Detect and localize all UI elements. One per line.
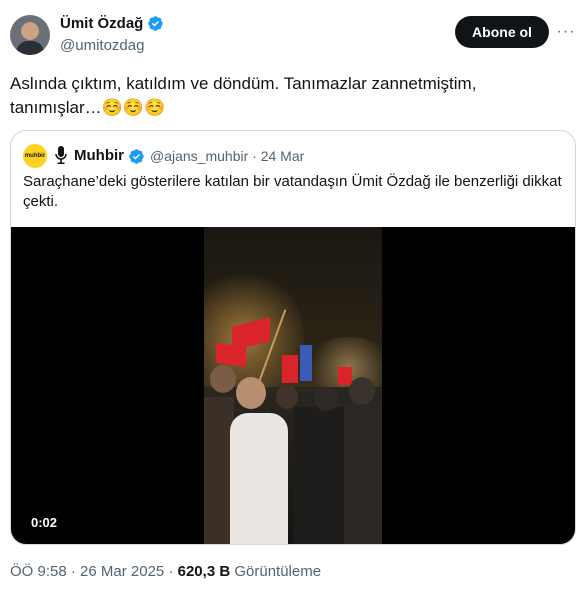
quote-author-name[interactable]: Muhbir bbox=[74, 147, 124, 164]
author-avatar[interactable] bbox=[10, 15, 50, 55]
quote-verified-badge-icon bbox=[129, 149, 144, 164]
turkish-flag bbox=[216, 342, 246, 368]
views-label: Görüntüleme bbox=[234, 563, 322, 580]
views-count: 620,3 B bbox=[177, 563, 231, 580]
man-in-white bbox=[230, 413, 288, 544]
quote-meta: @ajans_muhbir · 24 Mar bbox=[150, 148, 304, 164]
turkish-flag bbox=[282, 355, 298, 383]
author-name-row: Ümit Özdağ bbox=[60, 15, 164, 32]
quote-author-handle[interactable]: @ajans_muhbir bbox=[150, 148, 248, 164]
quote-author-avatar[interactable]: muhbir bbox=[23, 144, 47, 168]
author-handle[interactable]: @umitozdag bbox=[60, 37, 144, 54]
quote-date[interactable]: 24 Mar bbox=[261, 148, 305, 164]
follow-button[interactable]: Abone ol bbox=[455, 16, 549, 48]
video-duration: 0:02 bbox=[31, 515, 58, 530]
microphone-icon bbox=[55, 146, 67, 164]
verified-badge-icon bbox=[148, 16, 164, 31]
author-display-name[interactable]: Ümit Özdağ bbox=[60, 15, 143, 32]
tweet: Ümit Özdağ @umitozdag Abone ol ··· Aslın… bbox=[0, 0, 586, 590]
tweet-text: Aslında çıktım, katıldım ve döndüm. Tanı… bbox=[10, 72, 530, 120]
tweet-footer: ÖÖ 9:58 · 26 Mar 2025 · 620,3 B Görüntül… bbox=[10, 563, 321, 580]
video-thumbnail bbox=[204, 227, 382, 544]
turkish-flag bbox=[338, 367, 352, 385]
tweet-body: Aslında çıktım, katıldım ve döndüm. Tanı… bbox=[10, 74, 477, 117]
post-date[interactable]: 26 Mar 2025 bbox=[80, 563, 164, 580]
quote-separator: · bbox=[252, 148, 257, 164]
post-time[interactable]: ÖÖ 9:58 bbox=[10, 563, 67, 580]
more-options-icon[interactable]: ··· bbox=[554, 20, 578, 44]
footer-separator: · bbox=[70, 563, 76, 580]
quoted-tweet-card[interactable]: muhbir Muhbir @ajans_muhbir · 24 Mar Sar… bbox=[10, 130, 576, 545]
quote-text: Saraçhane’deki gösterilere katılan bir v… bbox=[23, 173, 562, 210]
footer-separator: · bbox=[168, 563, 174, 580]
video-player[interactable]: 0:02 bbox=[11, 227, 575, 544]
blue-banner bbox=[300, 345, 312, 381]
smiling-face-emoji: ☺️☺️☺️ bbox=[101, 98, 166, 117]
